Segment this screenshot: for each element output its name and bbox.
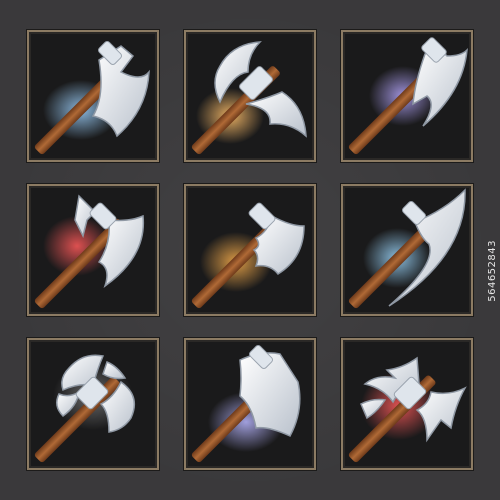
double-crescent-axe-icon — [191, 41, 307, 155]
cleaver-axe-icon — [191, 345, 301, 463]
inventory-slot-6[interactable] — [341, 184, 473, 316]
spiked-axe-icon — [34, 194, 145, 309]
stock-id-watermark: 564652843 — [487, 240, 498, 302]
inventory-slot-1[interactable] — [27, 30, 159, 162]
inventory-slot-8[interactable] — [184, 338, 316, 470]
inventory-grid — [0, 0, 500, 500]
inventory-slot-5[interactable] — [184, 184, 316, 316]
inventory-slot-2[interactable] — [184, 30, 316, 162]
inventory-slot-7[interactable] — [27, 338, 159, 470]
hooked-axe-icon — [191, 202, 305, 309]
inventory-slot-9[interactable] — [341, 338, 473, 470]
winged-double-axe-icon — [348, 356, 467, 463]
inventory-slot-3[interactable] — [341, 30, 473, 162]
round-double-axe-icon — [34, 354, 136, 463]
crescent-axe-icon — [348, 188, 466, 309]
inventory-slot-4[interactable] — [27, 184, 159, 316]
bearded-axe-icon — [348, 37, 468, 155]
axe-icon — [34, 41, 150, 155]
